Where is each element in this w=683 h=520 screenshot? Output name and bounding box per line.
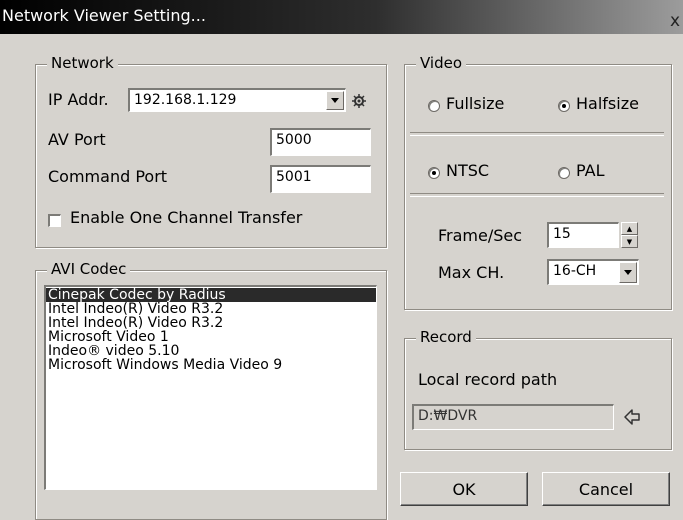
halfsize-radio[interactable] (558, 100, 570, 112)
codec-list-item[interactable]: Intel Indeo(R) Video R3.2 (46, 316, 376, 330)
codec-list-item[interactable]: Microsoft Video 1 (46, 330, 376, 344)
title-bar: Network Viewer Setting... x (0, 0, 683, 34)
chevron-down-icon (331, 98, 339, 103)
codec-list-item[interactable]: Intel Indeo(R) Video R3.2 (46, 302, 376, 316)
ntsc-label[interactable]: NTSC (446, 161, 489, 180)
pal-label[interactable]: PAL (576, 161, 604, 180)
max-ch-value: 16-CH (553, 263, 597, 279)
avi-codec-group-label: AVI Codec (47, 260, 131, 278)
ok-button-label: OK (452, 479, 476, 499)
codec-listbox[interactable]: Cinepak Codec by Radius Intel Indeo(R) V… (44, 285, 377, 490)
browse-folder-icon[interactable] (622, 407, 642, 427)
fullsize-label[interactable]: Fullsize (446, 94, 504, 113)
ok-button[interactable]: OK (400, 472, 528, 506)
spin-up-icon[interactable]: ▲ (621, 222, 638, 235)
window-title: Network Viewer Setting... (2, 6, 206, 25)
cancel-button-label: Cancel (578, 479, 634, 499)
record-path-input[interactable]: D:₩DVR (412, 404, 614, 430)
frame-sec-spinner[interactable]: ▲ ▼ (621, 222, 638, 248)
fullsize-radio[interactable] (428, 100, 440, 112)
network-group-label: Network (47, 54, 118, 72)
codec-list-item[interactable]: Microsoft Windows Media Video 9 (46, 358, 376, 372)
codec-list-item[interactable]: Indeo® video 5.10 (46, 344, 376, 358)
video-separator-2 (410, 193, 664, 197)
pal-radio[interactable] (558, 167, 570, 179)
gear-icon[interactable] (352, 93, 366, 108)
command-port-label: Command Port (48, 167, 168, 186)
ip-address-combo[interactable]: 192.168.1.129 (128, 88, 346, 112)
record-group: Record (404, 328, 672, 450)
frame-sec-label: Frame/Sec (438, 226, 523, 245)
chevron-down-icon (624, 270, 632, 275)
av-port-input[interactable]: 5000 (270, 128, 371, 156)
close-button[interactable]: x (669, 12, 681, 30)
codec-list-item[interactable]: Cinepak Codec by Radius (46, 288, 376, 302)
frame-sec-input[interactable]: 15 (547, 222, 619, 248)
ip-address-value: 192.168.1.129 (134, 92, 237, 108)
max-ch-combo[interactable]: 16-CH (547, 259, 639, 285)
av-port-label: AV Port (48, 130, 106, 149)
halfsize-label[interactable]: Halfsize (576, 94, 639, 113)
ntsc-radio[interactable] (428, 167, 440, 179)
command-port-input[interactable]: 5001 (270, 165, 371, 193)
ip-address-label: IP Addr. (48, 90, 109, 109)
ip-dropdown-button[interactable] (326, 91, 344, 110)
one-channel-checkbox[interactable] (48, 214, 61, 227)
one-channel-label[interactable]: Enable One Channel Transfer (70, 208, 302, 227)
record-path-label: Local record path (418, 370, 558, 389)
record-group-label: Record (416, 328, 476, 346)
video-separator-1 (410, 132, 664, 136)
max-ch-label: Max CH. (438, 263, 505, 282)
spin-down-icon[interactable]: ▼ (621, 235, 638, 248)
max-ch-dropdown-button[interactable] (619, 262, 637, 283)
video-group-label: Video (416, 54, 467, 72)
cancel-button[interactable]: Cancel (542, 472, 670, 506)
